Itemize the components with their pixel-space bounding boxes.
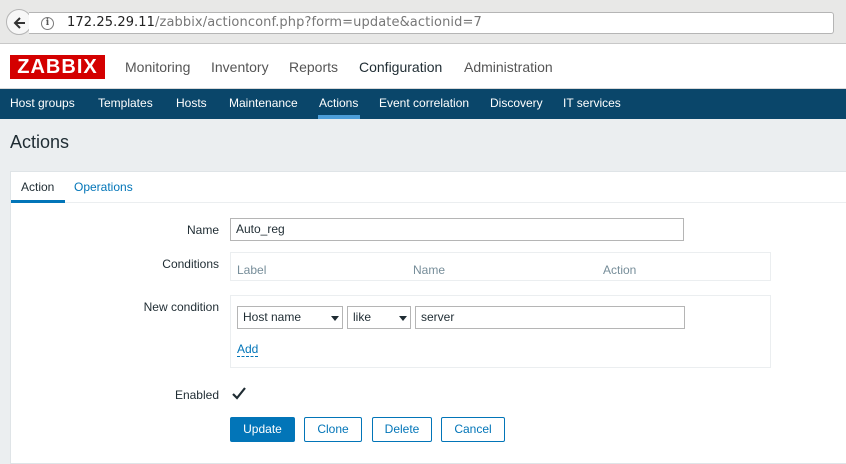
- tab-action[interactable]: Action: [21, 180, 54, 194]
- update-button[interactable]: Update: [230, 417, 295, 442]
- active-submenu-indicator: [318, 115, 360, 119]
- back-arrow-icon: [13, 17, 25, 29]
- chevron-down-icon: [396, 307, 410, 328]
- active-tab-indicator: [11, 200, 65, 203]
- new-condition-box: Host name like server Add: [230, 295, 771, 368]
- enabled-checkbox[interactable]: [231, 386, 247, 402]
- chevron-down-icon: [328, 307, 342, 328]
- conditions-header-label: Label: [237, 263, 267, 277]
- name-input[interactable]: Auto_reg: [230, 218, 684, 241]
- submenu-discovery[interactable]: Discovery: [490, 96, 543, 110]
- submenu-templates[interactable]: Templates: [98, 96, 153, 110]
- new-condition-label: New condition: [143, 300, 219, 314]
- main-menu: ZABBIX Monitoring Inventory Reports Conf…: [0, 44, 846, 89]
- condition-operator-select[interactable]: like: [347, 306, 411, 329]
- cancel-button[interactable]: Cancel: [441, 417, 505, 442]
- page-title: Actions: [10, 132, 70, 152]
- add-condition-link[interactable]: Add: [237, 343, 259, 357]
- condition-type-select[interactable]: Host name: [237, 306, 343, 329]
- conditions-header-action: Action: [603, 263, 637, 277]
- checkmark-icon: [232, 387, 246, 400]
- menu-administration[interactable]: Administration: [464, 59, 553, 75]
- conditions-label: Conditions: [162, 257, 219, 271]
- menu-inventory[interactable]: Inventory: [211, 59, 269, 75]
- tab-operations[interactable]: Operations: [74, 180, 133, 194]
- menu-configuration[interactable]: Configuration: [359, 59, 442, 75]
- menu-monitoring[interactable]: Monitoring: [125, 59, 190, 75]
- menu-reports[interactable]: Reports: [289, 59, 338, 75]
- sub-menu: Host groups Templates Hosts Maintenance …: [0, 89, 846, 119]
- url-text: 172.25.29.11/zabbix/actionconf.php?form=…: [67, 15, 482, 30]
- browser-toolbar: i 172.25.29.11/zabbix/actionconf.php?for…: [0, 0, 846, 44]
- submenu-host-groups[interactable]: Host groups: [10, 96, 75, 110]
- submenu-actions[interactable]: Actions: [319, 96, 358, 110]
- delete-button[interactable]: Delete: [372, 417, 432, 442]
- site-info-icon[interactable]: i: [41, 17, 54, 30]
- name-label: Name: [186, 223, 219, 237]
- tab-divider: [11, 202, 846, 203]
- enabled-label: Enabled: [174, 388, 219, 402]
- submenu-maintenance[interactable]: Maintenance: [229, 96, 298, 110]
- address-bar[interactable]: i 172.25.29.11/zabbix/actionconf.php?for…: [29, 12, 834, 34]
- zabbix-logo[interactable]: ZABBIX: [10, 55, 105, 79]
- condition-value-input[interactable]: server: [415, 306, 685, 329]
- conditions-table: Label Name Action: [230, 252, 771, 281]
- submenu-event-correlation[interactable]: Event correlation: [379, 96, 469, 110]
- clone-button[interactable]: Clone: [304, 417, 362, 442]
- conditions-header-name: Name: [413, 263, 446, 277]
- submenu-it-services[interactable]: IT services: [563, 96, 621, 110]
- action-form-panel: Action Operations Name Auto_reg Conditio…: [10, 171, 846, 464]
- submenu-hosts[interactable]: Hosts: [176, 96, 207, 110]
